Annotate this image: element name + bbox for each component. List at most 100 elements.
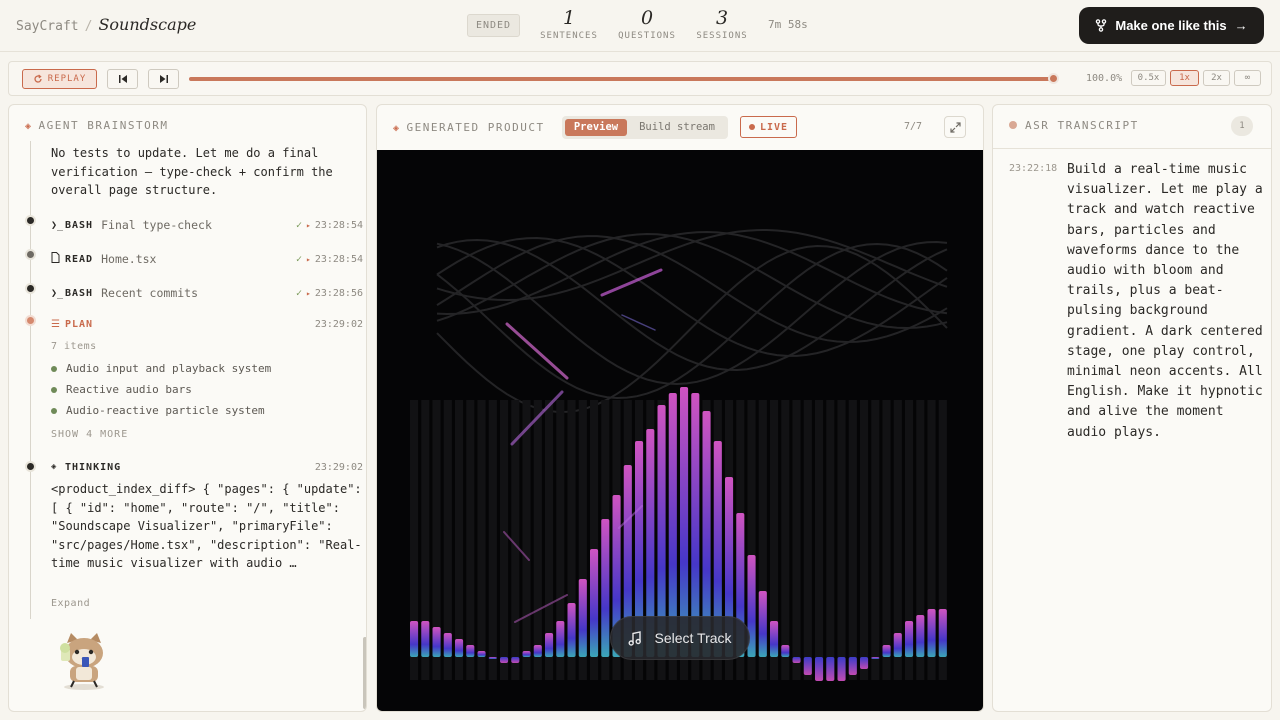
timestamp: 23:29:02 [314, 318, 363, 330]
bullet-dot [51, 407, 57, 414]
speed-infinite-button[interactable]: ∞ [1234, 70, 1261, 86]
record-dot-icon [1009, 121, 1017, 129]
speed-2x-button[interactable]: 2x [1203, 70, 1230, 86]
panel-title: ASR TRANSCRIPT [1025, 119, 1139, 132]
spectrum-bar [590, 549, 599, 657]
plan-item: Audio-reactive particle system [51, 404, 265, 417]
tab-preview[interactable]: Preview [565, 119, 627, 136]
ghost-bar [466, 400, 475, 680]
status-badge: ENDED [467, 14, 520, 37]
refresh-icon [34, 74, 42, 83]
replay-button[interactable]: REPLAY [22, 69, 97, 89]
spectrum-bar [477, 651, 486, 657]
plan-label: PLAN [65, 318, 94, 330]
waveform-trail [436, 232, 948, 330]
check-icon: ✓ [295, 287, 302, 299]
stat-sentences: 1 SENTENCES [540, 6, 598, 41]
expand-button[interactable]: Expand [51, 598, 90, 609]
timestamp: 23:28:54 [314, 253, 363, 265]
ghost-bar [815, 400, 824, 680]
stat-label: SESSIONS [696, 31, 748, 41]
spectrum-bar [938, 609, 947, 657]
skip-forward-button[interactable] [148, 69, 179, 89]
preview-stage[interactable]: Select Track [377, 150, 983, 711]
plan-item: Audio input and playback system [51, 362, 271, 375]
skip-back-icon [118, 75, 127, 83]
spectrum-bar [410, 621, 419, 657]
spectrum-bar [511, 657, 520, 663]
ghost-bar [792, 400, 801, 680]
skip-forward-icon [159, 75, 168, 83]
spectrum-bar [488, 657, 497, 659]
spectrum-bar [466, 645, 475, 657]
ghost-bar [860, 400, 869, 680]
select-track-label: Select Track [654, 630, 732, 646]
ghost-bar [522, 400, 531, 680]
panel-title: GENERATED PRODUCT [406, 121, 545, 134]
expand-arrow-icon: ▸ [306, 220, 311, 230]
arrow-right-icon: → [1234, 18, 1248, 33]
generated-product-panel: ◈ GENERATED PRODUCT Preview Build stream … [376, 104, 984, 712]
spectrum-bar [860, 657, 869, 669]
replay-progress-track[interactable] [189, 77, 1054, 81]
make-one-like-this-button[interactable]: Make one like this → [1079, 7, 1264, 44]
panel-title: AGENT BRAINSTORM [38, 119, 169, 132]
select-track-button[interactable]: Select Track [610, 616, 750, 660]
agent-feed[interactable]: No tests to update. Let me do a final ve… [9, 141, 366, 711]
file-icon [51, 252, 65, 266]
spectrum-bar [927, 609, 936, 657]
plan-item: Reactive audio bars [51, 383, 192, 396]
ghost-bar [500, 400, 509, 680]
tab-build-stream[interactable]: Build stream [630, 119, 724, 136]
timestamp: 23:29:02 [314, 461, 363, 473]
spectrum-bar [443, 633, 452, 657]
speed-1x-button[interactable]: 1x [1170, 70, 1199, 86]
spectrum-bar [770, 621, 779, 657]
project-title: Soundscape [98, 15, 197, 34]
fullscreen-button[interactable] [944, 116, 966, 138]
tool-kind: BASH [65, 287, 94, 299]
ghost-bar [837, 400, 846, 680]
spectrum-bar [567, 603, 576, 657]
timeline-line [30, 141, 31, 619]
timeline-dot [25, 283, 36, 294]
waveform-trail [436, 238, 948, 372]
thinking-header: ◈ THINKING 23:29:02 [51, 459, 363, 475]
show-more-button[interactable]: SHOW 4 MORE [51, 429, 128, 440]
ghost-bar [455, 400, 464, 680]
skip-back-button[interactable] [107, 69, 138, 89]
diamond-icon: ◈ [393, 123, 401, 134]
plan-header: ☰ PLAN 23:29:02 [51, 316, 363, 332]
fork-icon [1096, 19, 1107, 32]
transcript-timestamp: 23:22:18 [1009, 163, 1058, 174]
tool-row-read-home[interactable]: READ Home.tsx ✓ ▸ 23:28:54 [51, 251, 363, 267]
stat-value: 3 [715, 7, 729, 29]
ghost-bar [533, 400, 542, 680]
spectrum-bar [792, 657, 801, 663]
spectrum-bar [781, 645, 790, 657]
ghost-bar [803, 400, 812, 680]
stat-value: 0 [640, 7, 654, 29]
speed-0-5x-button[interactable]: 0.5x [1131, 70, 1166, 86]
spectrum-bar [905, 621, 914, 657]
panel-header: ASR TRANSCRIPT [1009, 119, 1139, 132]
tool-description: Recent commits [101, 286, 199, 300]
particle-streak [600, 268, 663, 297]
tool-row-bash-commits[interactable]: ❯_ BASH Recent commits ✓ ▸ 23:28:56 [51, 285, 363, 301]
make-button-label: Make one like this [1115, 18, 1227, 33]
plan-item-text: Audio input and playback system [66, 362, 272, 375]
thinking-label: THINKING [65, 461, 122, 473]
spectrum-bar [893, 633, 902, 657]
spectrum-bar [432, 627, 441, 657]
agent-message: No tests to update. Let me do a final ve… [51, 146, 333, 197]
spectrum-bar [455, 639, 464, 657]
spectrum-bar [601, 519, 610, 657]
scrollbar[interactable] [363, 637, 366, 709]
transcript-text: Build a real-time music visualizer. Let … [1067, 162, 1263, 440]
brand-name[interactable]: SayCraft [16, 19, 79, 34]
replay-progress-handle[interactable] [1048, 73, 1059, 84]
stat-label: SENTENCES [540, 31, 598, 41]
bullet-dot [51, 386, 57, 393]
tool-row-bash-typecheck[interactable]: ❯_ BASH Final type-check ✓ ▸ 23:28:54 [51, 217, 363, 233]
stat-sessions: 3 SESSIONS [695, 6, 749, 41]
